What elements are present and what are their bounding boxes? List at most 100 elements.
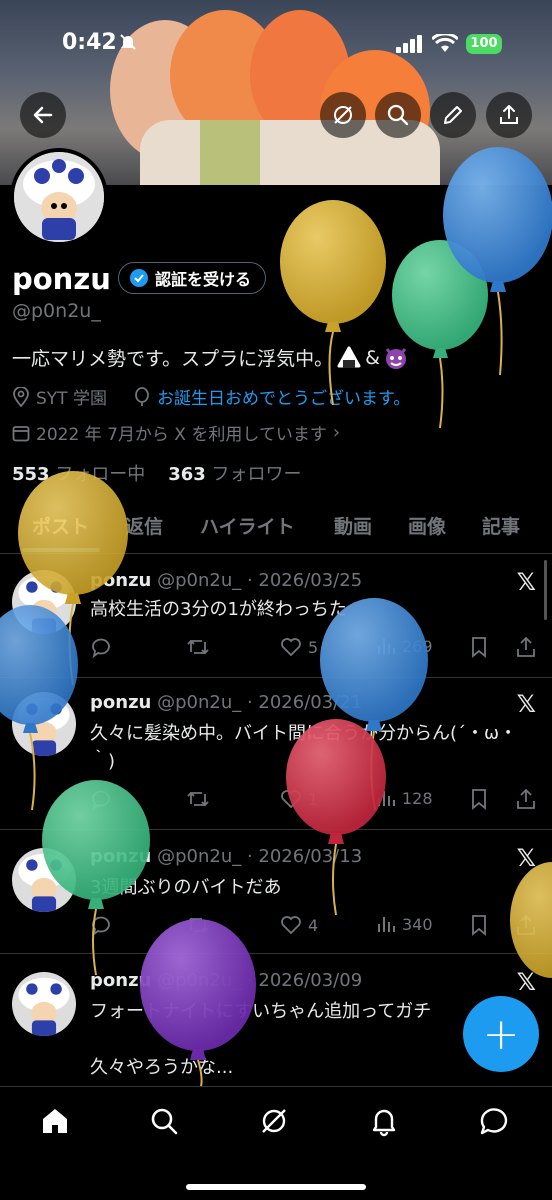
followers-link[interactable]: 363 フォロワー (168, 464, 301, 485)
profile-avatar[interactable] (10, 148, 108, 246)
post-item[interactable]: ponzu @p0n2u_ · 2026/03/13 𝕏 3週間ぶりのバイトだあ… (0, 830, 552, 954)
x-logo-icon: 𝕏 (516, 690, 536, 718)
reply-button[interactable] (90, 914, 112, 936)
post-meta: @p0n2u_ · 2026/03/21 (157, 692, 363, 713)
bottom-navigation (0, 1086, 552, 1200)
bookmark-icon (472, 789, 486, 810)
post-text: 3週間ぶりのバイトだあ (90, 877, 282, 898)
bell-off-icon (120, 34, 136, 50)
home-icon (43, 1109, 67, 1133)
post-header: ponzu @p0n2u_ · 2026/03/09 (90, 970, 362, 991)
repost-button[interactable] (186, 914, 210, 936)
tab-articles[interactable]: 記事 (482, 512, 520, 539)
grok-icon (262, 1109, 286, 1133)
location-icon (13, 386, 29, 407)
views-button[interactable]: 128 (376, 788, 433, 808)
post-share-button[interactable] (516, 788, 536, 810)
post-author-name[interactable]: ponzu (90, 970, 151, 991)
post-avatar[interactable] (12, 972, 76, 1036)
like-button[interactable]: 5 (280, 636, 318, 658)
post-item[interactable]: ponzu @p0n2u_ · 2026/03/25 𝕏 高校生活の3分の1が終… (0, 556, 552, 678)
joined-row[interactable]: 2022 年 7月から X を利用しています › (12, 420, 340, 445)
nav-messages[interactable] (476, 1103, 512, 1139)
post-share-button[interactable] (516, 914, 536, 936)
get-verified-label: 認証を受ける (155, 270, 252, 289)
reply-icon (92, 638, 110, 658)
profile-handle: @p0n2u_ (12, 300, 101, 322)
bookmark-button[interactable] (470, 788, 488, 810)
joined-text: 2022 年 7月から X を利用しています (36, 425, 327, 445)
tab-highlights[interactable]: ハイライト (200, 512, 295, 539)
post-share-button[interactable] (516, 636, 536, 658)
repost-button[interactable] (186, 788, 210, 810)
repost-button[interactable] (186, 636, 210, 658)
location-text: SYT 学園 (36, 389, 107, 409)
verified-badge-icon (130, 269, 148, 287)
reply-button[interactable] (90, 788, 112, 810)
birthday-link[interactable]: お誕生日おめでとうございます。 (157, 384, 410, 409)
edit-button[interactable] (430, 92, 476, 138)
post-header: ponzu @p0n2u_ · 2026/03/25 (90, 570, 362, 591)
scrollbar[interactable] (544, 560, 547, 620)
post-text: 久々に髪染め中。バイト間に合うか分からん(´・ω・｀) (90, 723, 518, 772)
home-indicator[interactable] (186, 1184, 366, 1190)
search-button[interactable] (375, 92, 421, 138)
post-actions: 1 128 (90, 788, 540, 812)
bookmark-icon (472, 637, 486, 658)
tab-posts[interactable]: ポスト (32, 512, 89, 539)
bio-ampersand: & (365, 346, 380, 369)
grok-button[interactable] (320, 92, 366, 138)
nav-notifications[interactable] (366, 1103, 402, 1139)
profile-meta-row: SYT 学園 お誕生日おめでとうございます。 (12, 384, 410, 409)
tab-replies[interactable]: 返信 (125, 512, 163, 539)
post-author-name[interactable]: ponzu (90, 692, 151, 713)
post-author-name[interactable]: ponzu (90, 570, 151, 591)
status-bar: 0:42 100 (0, 0, 552, 90)
view-count: 269 (402, 636, 433, 656)
following-link[interactable]: 553 フォロー中 (12, 464, 145, 485)
post-meta: @p0n2u_ · 2026/03/09 (157, 970, 363, 991)
x-logo-icon: 𝕏 (516, 968, 536, 996)
bookmark-icon (472, 915, 486, 936)
share-icon (517, 636, 535, 657)
nav-home[interactable] (37, 1103, 73, 1139)
bookmark-button[interactable] (470, 914, 488, 936)
like-count: 4 (308, 915, 319, 935)
balloon-icon (135, 386, 149, 406)
view-count: 128 (402, 788, 433, 808)
share-icon (517, 788, 535, 809)
signal-icon (396, 35, 422, 53)
views-button[interactable]: 269 (376, 636, 433, 656)
like-button[interactable]: 4 (280, 914, 318, 936)
compose-post-button[interactable]: + (463, 996, 539, 1072)
post-avatar[interactable] (12, 570, 76, 634)
x-logo-icon: 𝕏 (516, 568, 536, 596)
x-logo-icon: 𝕏 (516, 844, 536, 872)
calendar-icon (12, 425, 30, 441)
post-author-name[interactable]: ponzu (90, 846, 151, 867)
share-button[interactable] (486, 92, 532, 138)
post-meta: @p0n2u_ · 2026/03/13 (157, 846, 363, 867)
tab-photos[interactable]: 画像 (408, 512, 446, 539)
heart-icon (281, 638, 301, 657)
battery-indicator: 100 (466, 34, 502, 54)
back-button[interactable] (20, 92, 66, 138)
repost-icon (187, 917, 209, 933)
get-verified-button[interactable]: 認証を受ける (118, 262, 267, 294)
post-item[interactable]: ponzu @p0n2u_ · 2026/03/21 𝕏 久々に髪染め中。バイト… (0, 678, 552, 830)
messages-icon (480, 1108, 508, 1135)
nav-grok[interactable] (256, 1103, 292, 1139)
post-meta: @p0n2u_ · 2026/03/25 (157, 570, 363, 591)
reply-button[interactable] (90, 636, 112, 658)
like-button[interactable]: 1 (280, 788, 318, 810)
post-avatar[interactable] (12, 848, 76, 912)
post-text-line2: 久々やろうかな... (90, 1057, 234, 1078)
tab-videos[interactable]: 動画 (334, 512, 372, 539)
view-count: 340 (402, 914, 433, 934)
nav-search[interactable] (146, 1103, 182, 1139)
bookmark-button[interactable] (470, 636, 488, 658)
views-button[interactable]: 340 (376, 914, 433, 934)
post-avatar[interactable] (12, 692, 76, 756)
like-count: 1 (308, 789, 319, 809)
post-actions: 5 269 (90, 636, 540, 660)
